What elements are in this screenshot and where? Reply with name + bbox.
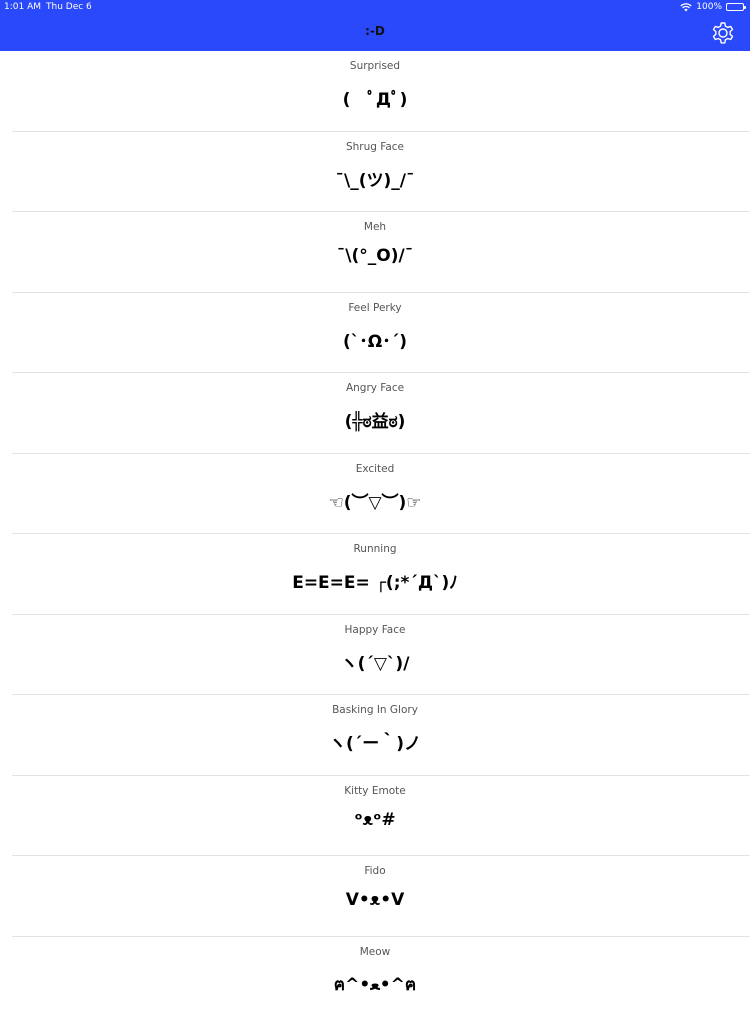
list-item[interactable]: Running E=E=E= ┌(;*´Д`)ﾉ (0, 534, 750, 615)
list-item[interactable]: Excited ☜(︶▽︶)☞ (0, 454, 750, 535)
list-item[interactable]: Feel Perky (`･Ω･´) (0, 293, 750, 374)
emote-label: Excited (0, 463, 750, 475)
emote-face: V•ᴥ•V (0, 890, 750, 910)
list-item[interactable]: Meow ฅ^•ﻌ•^ฅ (0, 937, 750, 1017)
list-item[interactable]: Meh ¯\(°_O)/¯ (0, 212, 750, 293)
emote-label: Surprised (0, 60, 750, 72)
emote-face: ฅ^•ﻌ•^ฅ (0, 971, 750, 998)
emote-face: ¯\_(ツ)_/¯ (0, 166, 750, 191)
battery-percent: 100% (696, 0, 722, 14)
page-title: :-D (0, 24, 750, 38)
list-item[interactable]: Basking In Glory ヽ(´ー｀)ノ (0, 695, 750, 776)
list-item[interactable]: Angry Face (╬ಠ益ಠ) (0, 373, 750, 454)
emote-list: Surprised ( ﾟДﾟ) Shrug Face ¯\_(ツ)_/¯ Me… (0, 51, 750, 1017)
emote-label: Fido (0, 865, 750, 877)
list-item[interactable]: Shrug Face ¯\_(ツ)_/¯ (0, 132, 750, 213)
emote-face: ¯\(°_O)/¯ (0, 246, 750, 266)
settings-button[interactable] (710, 20, 736, 46)
emote-face: ( ﾟДﾟ) (0, 85, 750, 110)
emote-label: Meh (0, 221, 750, 233)
gear-icon (710, 20, 736, 46)
emote-face: ☜(︶▽︶)☞ (0, 488, 750, 513)
emote-face: (`･Ω･´) (0, 327, 750, 352)
emote-label: Shrug Face (0, 141, 750, 153)
emote-label: Running (0, 543, 750, 555)
list-item[interactable]: Fido V•ᴥ•V (0, 856, 750, 937)
emote-face: (╬ಠ益ಠ) (0, 407, 750, 432)
status-date: Thu Dec 6 (46, 0, 92, 14)
emote-face: ヽ(´ー｀)ノ (0, 729, 750, 754)
wifi-icon (680, 3, 692, 12)
status-right-group: 100% (680, 0, 744, 14)
list-item[interactable]: Kitty Emote ᵒᴥᵒ# (0, 776, 750, 857)
emote-label: Kitty Emote (0, 785, 750, 797)
emote-face: E=E=E= ┌(;*´Д`)ﾉ (0, 568, 750, 593)
emote-label: Feel Perky (0, 302, 750, 314)
battery-icon (726, 3, 744, 11)
emote-label: Basking In Glory (0, 704, 750, 716)
navigation-bar: 1:01 AM Thu Dec 6 100% :-D (0, 0, 750, 51)
list-item[interactable]: Happy Face ヽ(´▽`)/ (0, 615, 750, 696)
emote-label: Meow (0, 946, 750, 958)
emote-face: ᵒᴥᵒ# (0, 810, 750, 830)
status-bar: 1:01 AM Thu Dec 6 100% (0, 0, 750, 14)
list-item[interactable]: Surprised ( ﾟДﾟ) (0, 51, 750, 132)
emote-face: ヽ(´▽`)/ (0, 649, 750, 674)
status-time: 1:01 AM (4, 0, 41, 14)
emote-label: Angry Face (0, 382, 750, 394)
emote-label: Happy Face (0, 624, 750, 636)
